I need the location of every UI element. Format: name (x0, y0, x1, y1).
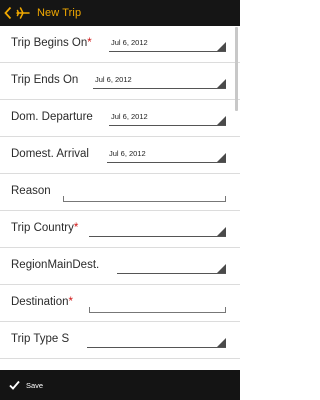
dom-departure-label: Dom. Departure (11, 111, 93, 123)
trip-form[interactable]: Trip Begins On* Jul 6, 2012 Trip Ends On… (0, 26, 240, 370)
dropdown-arrow-icon (217, 338, 226, 347)
domest-arrival-row: Domest. Arrival Jul 6, 2012 (0, 137, 240, 174)
check-icon[interactable] (9, 370, 21, 400)
dom-departure-row: Dom. Departure Jul 6, 2012 (0, 100, 240, 137)
trip-country-label: Trip Country* (11, 222, 79, 234)
dropdown-arrow-icon (217, 79, 226, 88)
trip-ends-on-label: Trip Ends On (11, 74, 79, 86)
trip-begins-on-label: Trip Begins On* (11, 37, 92, 49)
trip-type-spinner[interactable] (87, 334, 226, 348)
trip-ends-on-value: Jul 6, 2012 (95, 75, 132, 84)
region-main-dest-label: RegionMainDest. (11, 259, 100, 271)
required-mark: * (87, 37, 92, 49)
trip-type-label: Trip Type S (11, 333, 70, 345)
destination-input[interactable] (89, 307, 226, 313)
destination-label: Destination* (11, 296, 74, 308)
reason-input[interactable] (63, 196, 226, 202)
trip-begins-on-value: Jul 6, 2012 (111, 38, 148, 47)
region-main-dest-row: RegionMainDest. (0, 248, 240, 285)
chevron-left-icon[interactable] (4, 0, 12, 26)
dom-departure-date-spinner[interactable]: Jul 6, 2012 (109, 112, 226, 126)
save-button[interactable]: Save (26, 381, 43, 390)
bottom-action-bar: Save (0, 370, 240, 400)
dom-departure-value: Jul 6, 2012 (111, 112, 148, 121)
trip-begins-on-date-spinner[interactable]: Jul 6, 2012 (109, 38, 226, 52)
required-mark: * (68, 296, 74, 308)
domest-arrival-value: Jul 6, 2012 (109, 149, 146, 158)
page-title: New Trip (37, 7, 82, 19)
reason-row: Reason (0, 174, 240, 211)
trip-type-row: Trip Type S (0, 322, 240, 359)
dropdown-arrow-icon (217, 153, 226, 162)
trip-begins-on-row: Trip Begins On* Jul 6, 2012 (0, 26, 240, 63)
airplane-icon[interactable] (16, 0, 30, 26)
trip-country-spinner[interactable] (89, 223, 226, 237)
required-mark: * (73, 222, 79, 234)
action-bar: New Trip (0, 0, 240, 26)
dropdown-arrow-icon (217, 264, 226, 273)
trip-ends-on-date-spinner[interactable]: Jul 6, 2012 (93, 75, 226, 89)
region-main-dest-spinner[interactable] (117, 260, 226, 274)
vertical-scrollbar[interactable] (235, 27, 238, 111)
destination-row: Destination* (0, 285, 240, 322)
dropdown-arrow-icon (217, 227, 226, 236)
dropdown-arrow-icon (217, 42, 226, 51)
trip-ends-on-row: Trip Ends On Jul 6, 2012 (0, 63, 240, 100)
dropdown-arrow-icon (217, 116, 226, 125)
domest-arrival-label: Domest. Arrival (11, 148, 89, 160)
trip-country-row: Trip Country* (0, 211, 240, 248)
domest-arrival-date-spinner[interactable]: Jul 6, 2012 (107, 149, 226, 163)
reason-label: Reason (11, 185, 51, 197)
